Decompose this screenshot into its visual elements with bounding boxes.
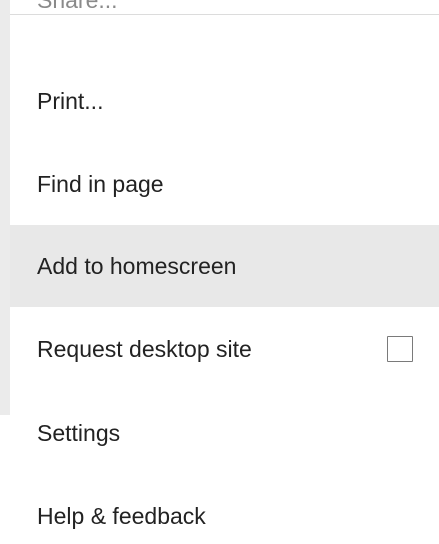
- browser-overflow-menu-screen: Share... Print... Find in page Add to ho…: [0, 0, 439, 544]
- menu-item-label: Settings: [37, 419, 121, 446]
- menu-item-label: Help & feedback: [37, 502, 206, 529]
- menu-item-label: Share...: [37, 0, 118, 14]
- menu-item-label: Add to homescreen: [37, 252, 237, 279]
- request-desktop-site-checkbox[interactable]: [387, 336, 413, 362]
- menu-item-add-to-homescreen[interactable]: Add to homescreen: [10, 225, 439, 307]
- menu-item-find-in-page[interactable]: Find in page: [10, 143, 439, 225]
- background-page-edge: [0, 0, 10, 415]
- menu-item-settings[interactable]: Settings: [10, 392, 439, 474]
- menu-item-help-feedback[interactable]: Help & feedback: [10, 475, 439, 544]
- menu-item-share[interactable]: Share...: [10, 0, 439, 41]
- overflow-menu: Share... Print... Find in page Add to ho…: [10, 0, 439, 544]
- menu-item-label: Print...: [37, 87, 104, 114]
- menu-divider: [10, 14, 439, 15]
- menu-item-label: Request desktop site: [37, 335, 252, 362]
- menu-item-label: Find in page: [37, 170, 164, 197]
- menu-item-print[interactable]: Print...: [10, 60, 439, 142]
- menu-item-request-desktop-site[interactable]: Request desktop site: [10, 308, 439, 390]
